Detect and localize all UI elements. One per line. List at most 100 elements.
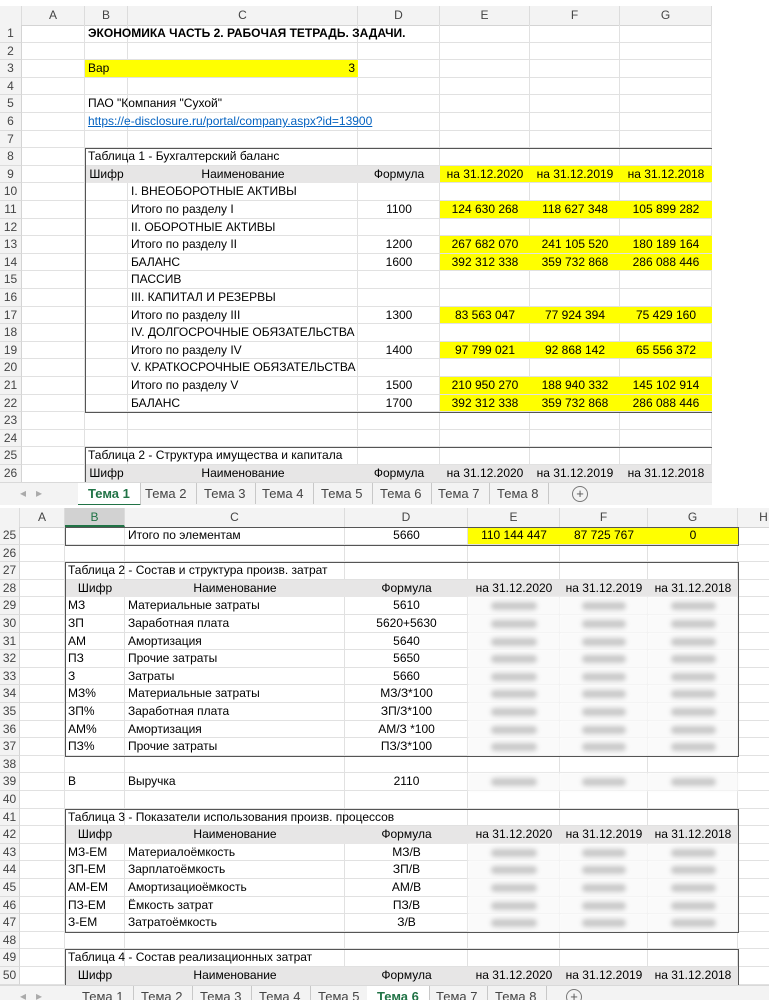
row-header-17[interactable]: 17: [0, 306, 22, 325]
row-header-27[interactable]: 27: [0, 562, 20, 580]
row-header-31[interactable]: 31: [0, 632, 20, 651]
column-header-e[interactable]: E: [468, 508, 560, 527]
row-header-2[interactable]: 2: [0, 42, 22, 61]
sheet-tab-1[interactable]: Тема 1: [78, 483, 141, 505]
row-header-14[interactable]: 14: [0, 253, 22, 272]
row-header-49[interactable]: 49: [0, 949, 20, 967]
row-header-3[interactable]: 3: [0, 60, 22, 78]
gridline: [20, 562, 65, 580]
row-header-34[interactable]: 34: [0, 685, 20, 703]
column-header-c[interactable]: C: [128, 6, 358, 25]
sheet-tab-6[interactable]: Тема 6: [367, 986, 430, 1000]
plus-circle-icon[interactable]: +: [572, 486, 588, 502]
row-header-44[interactable]: 44: [0, 861, 20, 879]
column-header-f[interactable]: F: [560, 508, 648, 527]
column-header-h[interactable]: H: [738, 508, 769, 527]
select-all-corner[interactable]: [0, 508, 20, 527]
row-header-48[interactable]: 48: [0, 931, 20, 950]
column-header-a[interactable]: A: [20, 508, 65, 527]
row-header-19[interactable]: 19: [0, 341, 22, 360]
row-header-4[interactable]: 4: [0, 77, 22, 96]
row-header-10[interactable]: 10: [0, 183, 22, 201]
row-header-40[interactable]: 40: [0, 791, 20, 809]
sheet-tab-7[interactable]: Тема 7: [426, 986, 489, 1000]
row-header-6[interactable]: 6: [0, 113, 22, 131]
table-column-header: Наименование: [193, 827, 277, 842]
sheet-tab-8[interactable]: Тема 8: [485, 986, 548, 1000]
row-header-30[interactable]: 30: [0, 615, 20, 633]
column-header-a[interactable]: A: [22, 6, 85, 25]
row-header-15[interactable]: 15: [0, 271, 22, 289]
plus-circle-icon[interactable]: +: [566, 989, 582, 1000]
row-header-26[interactable]: 26: [0, 465, 22, 483]
column-header-b[interactable]: B: [65, 508, 125, 527]
row-header-38[interactable]: 38: [0, 755, 20, 774]
row-header-39[interactable]: 39: [0, 773, 20, 791]
row-header-46[interactable]: 46: [0, 896, 20, 915]
row-header-36[interactable]: 36: [0, 720, 20, 739]
column-header-c[interactable]: C: [125, 508, 345, 527]
sheet-tab-8[interactable]: Тема 8: [487, 483, 550, 504]
row-header-47[interactable]: 47: [0, 914, 20, 932]
row-header-5[interactable]: 5: [0, 95, 22, 113]
column-header-f[interactable]: F: [530, 6, 620, 25]
row-header-45[interactable]: 45: [0, 879, 20, 897]
row-header-29[interactable]: 29: [0, 597, 20, 615]
sheet-tab-3[interactable]: Тема 3: [190, 986, 253, 1000]
row-header-20[interactable]: 20: [0, 359, 22, 377]
column-header-b[interactable]: B: [85, 6, 128, 25]
row-header-1[interactable]: 1: [0, 25, 22, 43]
row-header-18[interactable]: 18: [0, 324, 22, 342]
row-header-33[interactable]: 33: [0, 667, 20, 686]
row-header-9[interactable]: 9: [0, 165, 22, 184]
column-header-g[interactable]: G: [620, 6, 712, 25]
scroll-tabs-left-icon[interactable]: ◂: [20, 483, 26, 504]
row-header-32[interactable]: 32: [0, 650, 20, 668]
row-header-26[interactable]: 26: [0, 544, 20, 563]
row-header-13[interactable]: 13: [0, 236, 22, 254]
row-header-25[interactable]: 25: [0, 447, 22, 465]
row-header-8[interactable]: 8: [0, 148, 22, 166]
row-header-28[interactable]: 28: [0, 579, 20, 598]
sheet-tab-1[interactable]: Тема 1: [72, 986, 135, 1000]
sheet-tab-2[interactable]: Тема 2: [131, 986, 194, 1000]
row-header-22[interactable]: 22: [0, 394, 22, 413]
scroll-tabs-right-icon[interactable]: ▸: [36, 986, 42, 1000]
row-header-25[interactable]: 25: [0, 527, 20, 545]
sheet-tab-4[interactable]: Тема 4: [252, 483, 315, 504]
sheet-tab-2[interactable]: Тема 2: [135, 483, 198, 504]
row-header-11[interactable]: 11: [0, 201, 22, 219]
row-header-50[interactable]: 50: [0, 967, 20, 985]
gridline: [648, 791, 738, 809]
column-header-d[interactable]: D: [358, 6, 440, 25]
row-header-42[interactable]: 42: [0, 826, 20, 844]
row-header-43[interactable]: 43: [0, 843, 20, 862]
select-all-corner[interactable]: [0, 6, 22, 25]
cell-c45: Амортизациоёмкость: [128, 880, 247, 894]
row-header-12[interactable]: 12: [0, 218, 22, 237]
redacted-number: [670, 884, 716, 892]
row-header-24[interactable]: 24: [0, 429, 22, 448]
sheet-tab-3[interactable]: Тема 3: [194, 483, 257, 504]
sheet-tab-5[interactable]: Тема 5: [308, 986, 371, 1000]
row-header-35[interactable]: 35: [0, 703, 20, 721]
column-header-d[interactable]: D: [345, 508, 468, 527]
sheet-tab-5[interactable]: Тема 5: [311, 483, 374, 504]
scroll-tabs-right-icon[interactable]: ▸: [36, 483, 42, 504]
row-header-7[interactable]: 7: [0, 130, 22, 149]
column-header-g[interactable]: G: [648, 508, 738, 527]
column-header-e[interactable]: E: [440, 6, 530, 25]
row-header-23[interactable]: 23: [0, 412, 22, 430]
sheet-tab-7[interactable]: Тема 7: [428, 483, 491, 504]
row-header-41[interactable]: 41: [0, 808, 20, 827]
gridline: [620, 218, 712, 237]
sheet-tab-6[interactable]: Тема 6: [370, 483, 433, 504]
scroll-tabs-left-icon[interactable]: ◂: [20, 986, 26, 1000]
company-link[interactable]: https://e-disclosure.ru/portal/company.a…: [85, 113, 372, 131]
sheet-tab-4[interactable]: Тема 4: [249, 986, 312, 1000]
row-header-37[interactable]: 37: [0, 738, 20, 756]
gridline: [22, 113, 85, 131]
row-header-16[interactable]: 16: [0, 289, 22, 307]
cell-d19: 1400: [385, 342, 413, 357]
row-header-21[interactable]: 21: [0, 377, 22, 395]
